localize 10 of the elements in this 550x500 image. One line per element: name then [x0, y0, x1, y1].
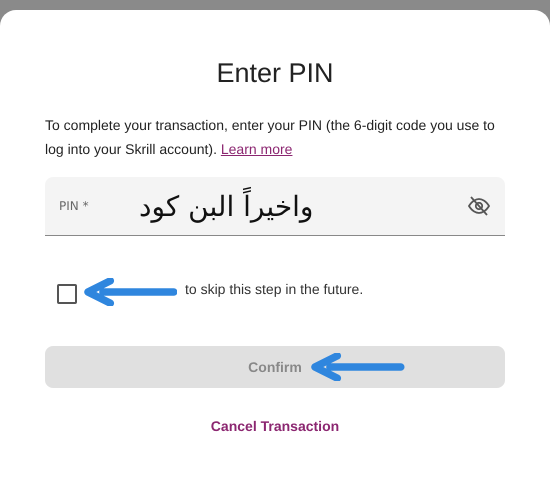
eye-off-icon[interactable] — [467, 194, 491, 218]
cancel-transaction-link[interactable]: Cancel Transaction — [210, 418, 340, 434]
dialog-title: Enter PIN — [215, 58, 335, 89]
arrow-icon — [81, 278, 177, 306]
pin-label: PIN * — [59, 199, 90, 213]
description-text: To complete your transaction, enter your PIN (the 6-digit code you use to log into your Skrill account). Learn more — [45, 116, 496, 159]
annotation-text: واخيراً البن كود — [139, 190, 314, 222]
checkbox-label: to skip this step in the future. — [185, 280, 364, 299]
learn-more-link[interactable]: Learn more — [220, 141, 292, 157]
remember-checkbox[interactable] — [57, 284, 77, 304]
